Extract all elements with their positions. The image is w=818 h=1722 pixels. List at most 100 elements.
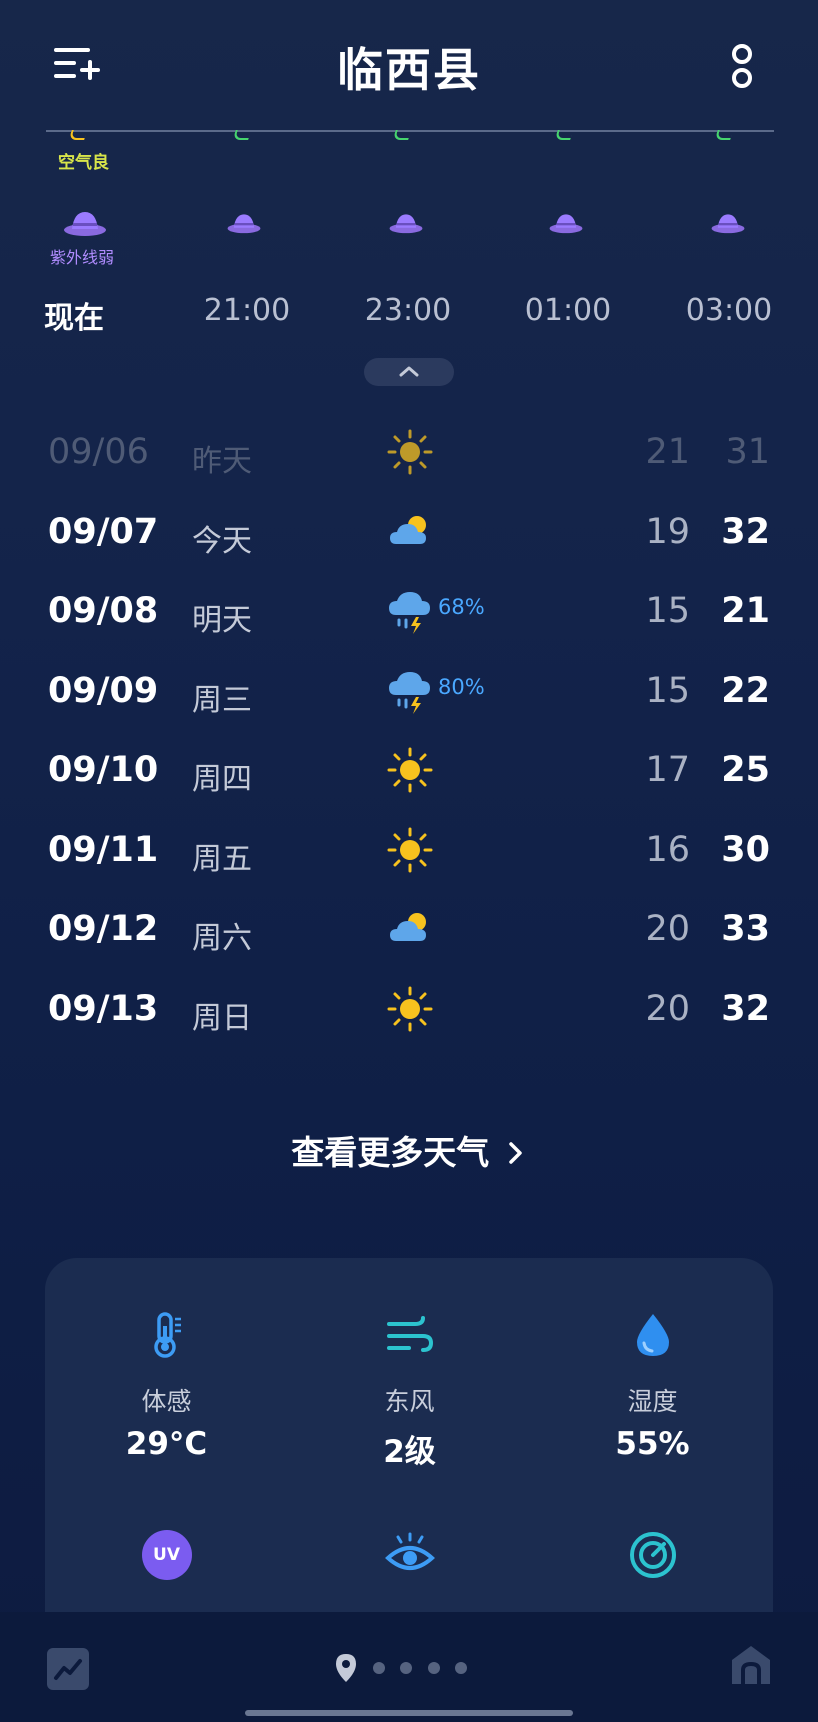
day-name: 明天 [192, 603, 252, 638]
sunny-icon [386, 746, 434, 794]
daily-row[interactable]: 09/08 明天 15 21 68% [0, 579, 818, 649]
day-high: 32 [721, 511, 770, 552]
uv-hat-icon [711, 214, 745, 234]
hour-label: 23:00 [364, 293, 452, 328]
detail-visibility[interactable] [288, 1530, 531, 1580]
day-low: 15 [645, 591, 690, 631]
detail-label: 体感 [141, 1387, 192, 1416]
day-date: 09/10 [48, 750, 159, 790]
daily-row[interactable]: 09/11 周五 16 30 [0, 818, 818, 888]
day-high: 31 [725, 432, 770, 472]
daily-row[interactable]: 09/10 周四 17 25 [0, 738, 818, 808]
uv-hat-icon [549, 214, 583, 234]
sunny-icon [386, 985, 434, 1033]
sunny-icon [386, 826, 434, 874]
uv-hat-icon [227, 214, 261, 234]
aqi-marker [714, 130, 734, 140]
partly-cloudy-icon [386, 905, 434, 953]
chevron-up-icon [399, 366, 419, 377]
hour-label: 03:00 [685, 293, 773, 328]
detail-humidity[interactable]: 湿度 55% [531, 1310, 774, 1462]
daily-row[interactable]: 09/06 昨天 21 31 [0, 420, 818, 490]
wind-icon [386, 1316, 433, 1352]
day-date: 09/08 [48, 591, 159, 631]
detail-wind[interactable]: 东风 2级 [288, 1310, 531, 1471]
uv-icon: UV [141, 1530, 192, 1580]
day-high: 32 [721, 988, 770, 1029]
pressure-gauge-icon [629, 1532, 676, 1578]
day-name: 周五 [192, 841, 252, 877]
day-name: 昨天 [192, 444, 252, 479]
day-high: 33 [721, 909, 770, 949]
aqi-marker [232, 130, 252, 140]
day-high: 30 [721, 829, 770, 870]
day-low: 20 [645, 909, 690, 949]
detail-value: 2级 [383, 1434, 436, 1470]
day-low: 17 [645, 750, 690, 790]
precip-chance: 80% [438, 674, 485, 699]
trend-chart-icon [54, 1659, 82, 1680]
more-weather-link[interactable]: 查看更多天气 [0, 1126, 818, 1174]
thunderstorm-icon [386, 587, 434, 635]
home-indicator [245, 1710, 573, 1716]
detail-feels-like[interactable]: 体感 29°C [45, 1310, 288, 1462]
thunderstorm-icon [386, 667, 434, 715]
day-name: 周四 [192, 762, 252, 797]
page-dot[interactable] [373, 1662, 385, 1674]
aqi-marker [392, 130, 412, 140]
page-dot[interactable] [455, 1662, 467, 1674]
location-pin-icon[interactable] [334, 1652, 358, 1684]
aqi-label: 空气良 [58, 153, 109, 173]
day-high: 21 [721, 591, 770, 631]
uv-badge-text: UV [153, 1545, 180, 1565]
day-high: 22 [721, 670, 770, 711]
trend-chart-button[interactable] [47, 1648, 89, 1690]
sunny-icon [386, 428, 434, 476]
day-high: 25 [721, 750, 770, 790]
day-name: 周三 [192, 682, 252, 718]
day-date: 09/12 [48, 909, 159, 949]
hour-label: 现在 [44, 301, 104, 336]
detail-value: 29°C [125, 1426, 208, 1462]
day-low: 19 [645, 511, 690, 552]
day-low: 16 [645, 829, 690, 870]
day-name: 周日 [192, 1000, 252, 1036]
home-icon [732, 1646, 770, 1684]
page-dot[interactable] [400, 1662, 412, 1674]
daily-row[interactable]: 09/07 今天 19 32 [0, 500, 818, 570]
collapse-hourly-button[interactable] [364, 358, 454, 386]
humidity-drop-icon [636, 1314, 669, 1356]
day-name: 周六 [192, 921, 252, 956]
uv-label: 紫外线弱 [50, 248, 115, 267]
daily-row[interactable]: 09/12 周六 20 33 [0, 897, 818, 967]
aqi-marker [68, 130, 88, 140]
uv-hat-icon [389, 214, 423, 234]
daily-row[interactable]: 09/13 周日 20 32 [0, 977, 818, 1047]
day-date: 09/09 [48, 670, 159, 711]
day-date: 09/11 [48, 829, 159, 870]
home-button[interactable] [728, 1642, 774, 1688]
day-date: 09/06 [48, 432, 149, 472]
day-low: 15 [645, 670, 690, 711]
detail-uv[interactable]: UV [45, 1530, 288, 1580]
day-low: 21 [645, 432, 690, 472]
more-weather-text: 查看更多天气 [291, 1133, 490, 1172]
eye-icon [384, 1532, 435, 1570]
day-low: 20 [645, 988, 690, 1029]
uv-hat-icon [64, 212, 106, 236]
chevron-right-icon [509, 1142, 522, 1164]
day-name: 今天 [192, 523, 252, 559]
thermometer-icon [153, 1312, 181, 1358]
day-date: 09/13 [48, 988, 159, 1029]
city-title: 临西县 [337, 43, 481, 97]
detail-pressure[interactable] [531, 1530, 774, 1580]
day-date: 09/07 [48, 511, 159, 552]
detail-label: 东风 [384, 1387, 435, 1416]
hour-label: 01:00 [524, 293, 612, 328]
aqi-marker [554, 130, 574, 140]
daily-row[interactable]: 09/09 周三 15 22 80% [0, 659, 818, 729]
detail-value: 55% [615, 1426, 690, 1462]
hour-label: 21:00 [203, 293, 291, 328]
more-options-button[interactable] [724, 40, 760, 96]
page-dot[interactable] [428, 1662, 440, 1674]
